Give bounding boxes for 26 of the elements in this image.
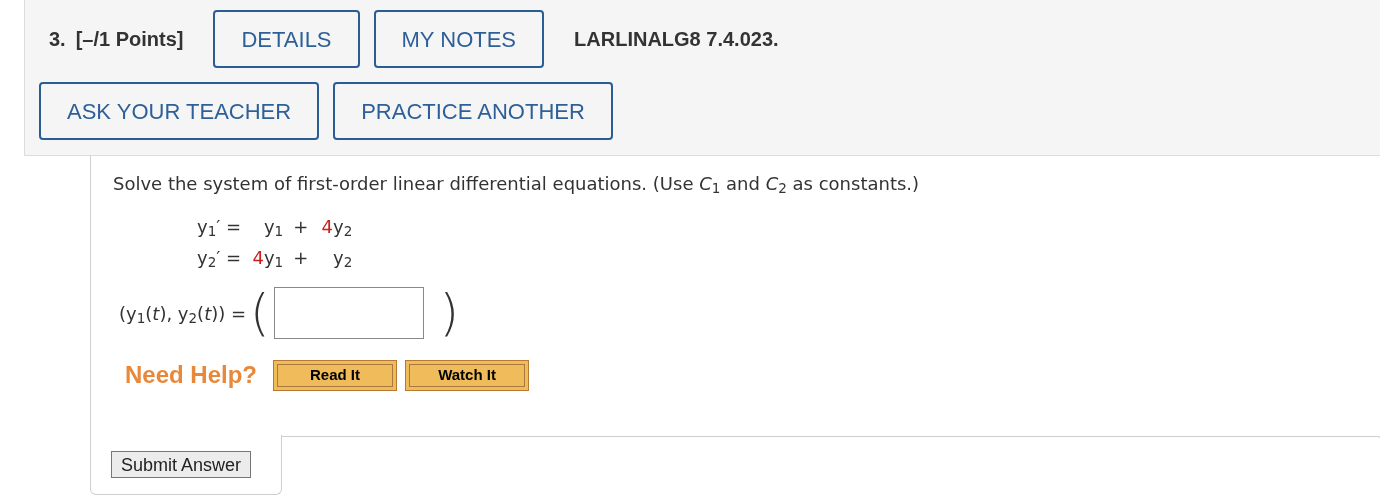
header-button[interactable]: MY NOTES bbox=[373, 10, 545, 68]
need-help-label: Need Help? bbox=[125, 360, 258, 390]
question-number: 3. bbox=[49, 27, 66, 52]
open-parenthesis: ( bbox=[250, 288, 270, 338]
action-button[interactable]: PRACTICE ANOTHER bbox=[333, 82, 613, 140]
equation-coefficient: 4 bbox=[321, 215, 333, 239]
equation-variable: y$_{2}$ bbox=[333, 215, 353, 240]
action-button[interactable]: ASK YOUR TEACHER bbox=[39, 82, 320, 140]
question-prompt: Solve the system of first-order linear differential equations. (Use C$_{1}$ and C$_{2}$ as constants.) bbox=[113, 172, 921, 197]
equation-operator: + bbox=[293, 246, 309, 270]
answer-field[interactable] bbox=[273, 287, 424, 339]
help-button[interactable]: Watch It bbox=[405, 359, 530, 391]
help-button[interactable]: Read It bbox=[273, 359, 398, 391]
equation-lhs: y$_{1}$′ = bbox=[197, 215, 242, 240]
answer-label: (y$_{1}$(t), y$_{2}$(t)) = bbox=[119, 301, 247, 327]
equation-lhs: y$_{2}$′ = bbox=[197, 246, 242, 271]
equation-variable: y$_{2}$ bbox=[333, 246, 353, 271]
header-button[interactable]: DETAILS bbox=[213, 10, 360, 68]
equation-variable: y$_{1}$ bbox=[263, 215, 284, 240]
points-label: [–/1 Points] bbox=[75, 27, 184, 52]
submit-button[interactable]: Submit Answer bbox=[111, 451, 252, 478]
equation-coefficient: 4 bbox=[252, 246, 264, 270]
equation-operator: + bbox=[293, 215, 309, 239]
close-parenthesis: ) bbox=[439, 288, 460, 338]
source-label: LARLINALG8 7.4.023. bbox=[574, 27, 779, 52]
equation-variable: y$_{1}$ bbox=[263, 246, 284, 271]
